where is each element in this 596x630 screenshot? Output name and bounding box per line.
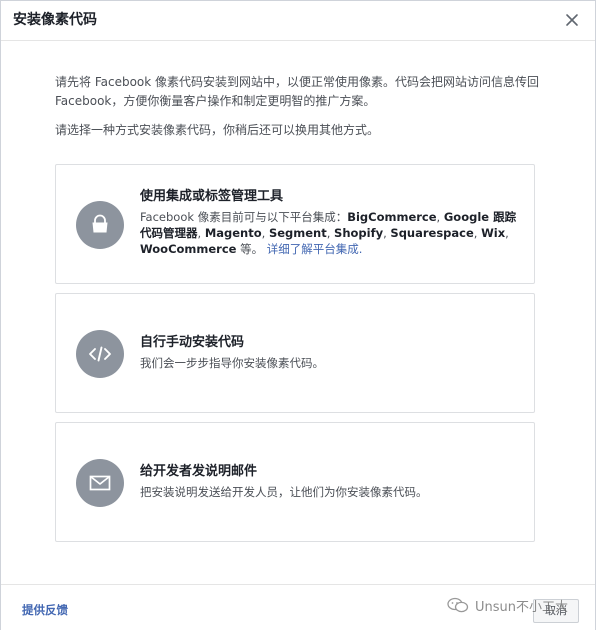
platform-name: Segment <box>268 226 327 240</box>
option-description: 把安装说明发送给开发人员，让他们为你安装像素代码。 <box>140 485 428 499</box>
dialog-title: 安装像素代码 <box>13 12 97 28</box>
wechat-icon <box>447 597 469 613</box>
platform-name: Shopify <box>334 226 384 240</box>
platform-name: WooCommerce <box>140 242 237 256</box>
feedback-link[interactable]: 提供反馈 <box>22 602 68 618</box>
option-icon-circle <box>76 459 124 507</box>
description-suffix: 等。 <box>236 242 264 256</box>
option-description: Facebook 像素目前可与以下平台集成：BigCommerce, Googl… <box>140 210 517 256</box>
platform-name: Magento <box>204 226 262 240</box>
option-title: 给开发者发说明邮件 <box>140 464 258 479</box>
option-title: 使用集成或标签管理工具 <box>140 189 284 204</box>
intro-text: 请先将 Facebook 像素代码安装到网站中，以便正常使用像素。代码会把网站访… <box>55 73 555 140</box>
close-icon <box>566 14 578 26</box>
option-email-developer[interactable]: 给开发者发说明邮件 把安装说明发送给开发人员，让他们为你安装像素代码。 <box>55 422 535 542</box>
close-button[interactable] <box>561 9 583 31</box>
intro-paragraph-1: 请先将 Facebook 像素代码安装到网站中，以便正常使用像素。代码会把网站访… <box>55 75 540 108</box>
option-icon-circle <box>76 201 124 249</box>
watermark: Unsun不小工大 <box>447 593 568 617</box>
platform-name: Wix <box>481 226 506 240</box>
learn-more-link[interactable]: 详细了解平台集成. <box>267 242 363 256</box>
intro-paragraph-2: 请选择一种方式安装像素代码，你稍后还可以换用其他方式。 <box>55 123 380 137</box>
install-pixel-dialog: 安装像素代码 请先将 Facebook 像素代码安装到网站中，以便正常使用像素。… <box>0 0 596 630</box>
code-icon <box>89 346 111 362</box>
option-manual-install[interactable]: 自行手动安装代码 我们会一步步指导你安装像素代码。 <box>55 293 535 413</box>
platform-name: BigCommerce <box>347 210 437 224</box>
option-icon-circle <box>76 330 124 378</box>
envelope-icon <box>89 475 111 491</box>
dialog-header: 安装像素代码 <box>1 1 595 41</box>
watermark-text: Unsun不小工大 <box>475 599 569 615</box>
option-description: 我们会一步步指导你安装像素代码。 <box>140 356 324 370</box>
shopping-bag-icon <box>92 214 108 233</box>
option-title: 自行手动安装代码 <box>140 335 245 350</box>
option-integration[interactable]: 使用集成或标签管理工具 Facebook 像素目前可与以下平台集成：BigCom… <box>55 164 535 284</box>
platform-name: Squarespace <box>390 226 474 240</box>
description-prefix: Facebook 像素目前可与以下平台集成： <box>140 210 348 224</box>
